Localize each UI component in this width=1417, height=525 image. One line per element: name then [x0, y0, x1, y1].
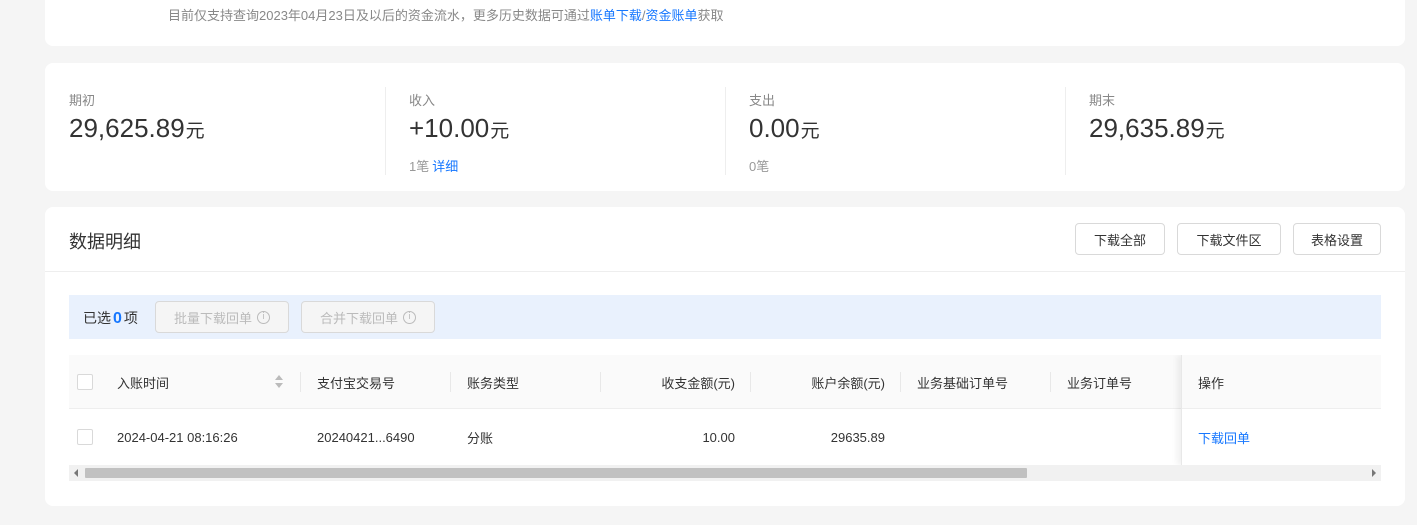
column-separator — [450, 372, 451, 392]
column-header[interactable]: 入账时间 — [117, 355, 169, 409]
button-label: 合并下载回单 — [319, 310, 398, 326]
cell-balance: 29635.89 — [830, 429, 885, 445]
column-separator — [300, 372, 301, 392]
amount-value: 29,625.89 — [69, 113, 185, 143]
cell-trade-no: 20240421...6490 — [317, 429, 415, 445]
fixed-action-column: 操作 下载回单 — [1181, 355, 1381, 465]
notice-suffix: 获取 — [697, 8, 724, 23]
amount-value: 29,635.89 — [1089, 113, 1205, 143]
stat-expense: 支出 0.00元 0笔 — [725, 63, 1065, 191]
amount-unit: 元 — [490, 121, 510, 142]
stat-label: 收入 — [409, 93, 436, 108]
column-header: 支付宝交易号 — [317, 375, 396, 391]
selected-count-text: 已选 0 项 — [83, 308, 138, 328]
stat-amount: +10.00元 — [409, 113, 509, 144]
stat-sub: 1笔 详细 — [409, 156, 458, 175]
batch-download-receipt-button[interactable]: 批量下载回单 i — [155, 301, 289, 333]
income-count: 1笔 — [409, 159, 430, 174]
stat-label: 期初 — [69, 93, 96, 108]
scroll-left-icon[interactable] — [69, 465, 85, 481]
column-header: 账务类型 — [467, 375, 520, 391]
income-detail-link[interactable]: 详细 — [432, 159, 458, 174]
column-separator — [1050, 372, 1051, 392]
download-all-button[interactable]: 下载全部 — [1075, 223, 1165, 255]
select-all-checkbox[interactable] — [77, 374, 93, 390]
expense-count: 0笔 — [749, 159, 770, 174]
horizontal-scrollbar[interactable] — [69, 465, 1381, 481]
download-receipt-link[interactable]: 下载回单 — [1198, 410, 1250, 464]
bill-download-link[interactable]: 账单下载 — [590, 8, 642, 23]
column-header: 业务订单号 — [1067, 375, 1133, 391]
column-separator — [900, 372, 901, 392]
download-receipt-label[interactable]: 下载回单 — [1198, 428, 1250, 447]
column-header: 账户余额(元) — [811, 375, 885, 391]
detail-card: 数据明细 下载全部 下载文件区 表格设置 已选 0 项 批量下载回单 i 合并下载回单… — [45, 207, 1405, 506]
notice-prefix: 目前仅支持查询2023年04月23日及以后的资金流水，更多历史数据可通过 — [168, 8, 590, 23]
scroll-right-icon[interactable] — [1365, 465, 1381, 481]
divider — [45, 271, 1405, 272]
selection-bar: 已选 0 项 批量下载回单 i 合并下载回单 i — [69, 295, 1381, 339]
stat-amount: 29,635.89元 — [1089, 113, 1225, 144]
amount-unit: 元 — [185, 121, 205, 142]
amount-value: 0.00 — [749, 113, 800, 143]
transactions-table: 入账时间 支付宝交易号 账务类型 收支金额(元) 账户余额(元) 业务基础订单号… — [69, 355, 1381, 465]
selected-count: 0 — [113, 310, 122, 327]
info-icon: i — [403, 310, 416, 324]
stat-label: 支出 — [749, 93, 776, 108]
download-files-button[interactable]: 下载文件区 — [1177, 223, 1281, 255]
stat-label: 期末 — [1089, 93, 1116, 108]
stat-amount: 0.00元 — [749, 113, 820, 144]
row-checkbox[interactable] — [77, 429, 93, 445]
cell-type: 分账 — [467, 430, 494, 446]
sort-icon[interactable] — [275, 375, 283, 389]
stat-closing: 期末 29,635.89元 — [1065, 63, 1405, 191]
stat-amount: 29,625.89元 — [69, 113, 205, 144]
merge-download-receipt-button[interactable]: 合并下载回单 i — [301, 301, 435, 333]
stat-opening: 期初 29,625.89元 — [45, 63, 385, 191]
stat-income: 收入 +10.00元 1笔 详细 — [385, 63, 725, 191]
scrollbar-thumb[interactable] — [85, 468, 1027, 478]
column-header: 收支金额(元) — [661, 375, 735, 391]
amount-unit: 元 — [800, 121, 820, 142]
cell-amount: 10.00 — [702, 429, 735, 445]
detail-title: 数据明细 — [69, 232, 141, 252]
selected-suffix: 项 — [123, 310, 138, 326]
cell-time: 2024-04-21 08:16:26 — [117, 429, 238, 445]
notice-card: 目前仅支持查询2023年04月23日及以后的资金流水，更多历史数据可通过账单下载… — [45, 0, 1405, 46]
info-icon: i — [257, 310, 270, 324]
summary-card: 期初 29,625.89元 收入 +10.00元 1笔 详细 支出 0.00元 0… — [45, 63, 1405, 191]
notice-text: 目前仅支持查询2023年04月23日及以后的资金流水，更多历史数据可通过账单下载… — [168, 5, 724, 24]
selected-prefix: 已选 — [83, 310, 111, 326]
column-header: 业务基础订单号 — [917, 375, 1009, 391]
stat-sub: 0笔 — [749, 156, 769, 175]
fund-bill-link[interactable]: 资金账单 — [645, 8, 697, 23]
amount-value: +10.00 — [409, 113, 490, 143]
column-header-action: 操作 — [1198, 375, 1225, 391]
amount-unit: 元 — [1205, 121, 1225, 142]
table-settings-button[interactable]: 表格设置 — [1293, 223, 1381, 255]
button-label: 批量下载回单 — [173, 310, 252, 326]
